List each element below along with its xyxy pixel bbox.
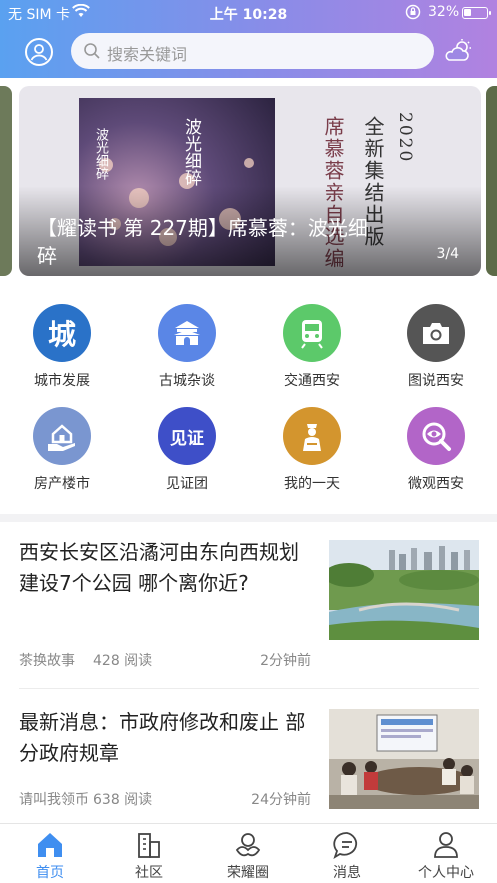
article-thumbnail[interactable] (329, 709, 479, 809)
category-label: 微观西安 (408, 476, 464, 492)
app-header: 无 SIM 卡 上午 10:28 32% 搜索关键词 (0, 0, 497, 78)
banner-year: 2020 (395, 112, 415, 164)
honor-circle-icon (235, 833, 261, 857)
battery-percent: 32% (428, 4, 460, 20)
book-cover-title: 波光细碎 (181, 118, 201, 186)
camera-icon (407, 304, 465, 362)
article-reads: 638 阅读 (93, 792, 153, 808)
tab-home[interactable]: 首页 (10, 830, 90, 882)
message-icon (333, 832, 358, 860)
article-time: 2分钟前 (260, 653, 311, 669)
category-label: 房产楼市 (34, 476, 90, 492)
tab-label: 个人中心 (418, 865, 474, 881)
tab-label: 首页 (36, 865, 64, 881)
buildings-icon (138, 833, 160, 858)
tab-profile[interactable]: 个人中心 (406, 830, 486, 882)
category-label: 我的一天 (284, 476, 340, 492)
category-label: 交通西安 (284, 373, 340, 389)
banner-caption[interactable]: 【耀读书 第 227期】席慕蓉：波光细碎 (37, 214, 387, 270)
bottom-tab-bar: 首页 社区 荣耀圈 消息 个人中心 (0, 823, 497, 883)
tab-label: 消息 (333, 865, 361, 881)
user-icon[interactable] (25, 38, 53, 66)
banner-prev-peek[interactable] (0, 86, 12, 276)
banner-carousel[interactable]: 波光细碎 波光细碎 2020 全新集结出版 席慕蓉亲自选编 【耀读书 第 227… (19, 86, 481, 276)
tab-messages[interactable]: 消息 (307, 830, 387, 882)
clock: 上午 10:28 (209, 7, 288, 23)
banner-next-peek[interactable] (486, 86, 497, 276)
category-city-development[interactable]: 城 城市发展 (12, 304, 112, 390)
article-source[interactable]: 请叫我领币 (19, 789, 89, 809)
status-bar: 无 SIM 卡 上午 10:28 32% (0, 0, 497, 26)
home-icon (38, 833, 62, 857)
tab-label: 荣耀圈 (227, 865, 269, 881)
article-title[interactable]: 最新消息：市政府修改和废止 部分政府规章 (19, 707, 309, 769)
category-ancient-city[interactable]: 古城杂谈 (137, 304, 237, 390)
house-hand-icon (33, 407, 91, 465)
article-reads: 428 阅读 (93, 653, 153, 669)
search-placeholder: 搜索关键词 (107, 45, 188, 64)
tab-honor[interactable]: 荣耀圈 (208, 830, 288, 882)
category-micro[interactable]: 微观西安 (386, 407, 486, 493)
battery-icon (462, 7, 491, 19)
category-photo[interactable]: 图说西安 (386, 304, 486, 390)
category-label: 见证团 (166, 476, 208, 492)
search-icon (83, 42, 101, 64)
category-label: 城市发展 (34, 373, 90, 389)
category-real-estate[interactable]: 房产楼市 (12, 407, 112, 493)
tab-label: 社区 (135, 865, 163, 881)
banner-page-indicator: 3/4 (436, 246, 459, 262)
section-divider (0, 514, 497, 522)
witness-badge-icon: 见证 (158, 407, 216, 465)
city-char-icon: 城 (33, 304, 91, 362)
book-spine-title: 波光细碎 (93, 128, 108, 180)
article-source[interactable]: 茶换故事 (19, 650, 75, 670)
category-transit[interactable]: 交通西安 (262, 304, 362, 390)
article-thumbnail[interactable] (329, 540, 479, 640)
category-witness[interactable]: 见证 见证团 (137, 407, 237, 493)
article-time: 24分钟前 (251, 792, 311, 808)
rotation-lock-icon (405, 4, 421, 24)
category-my-day[interactable]: 我的一天 (262, 407, 362, 493)
terracotta-icon (283, 407, 341, 465)
category-label: 图说西安 (408, 373, 464, 389)
weather-cloud-icon[interactable] (444, 38, 474, 64)
category-label: 古城杂谈 (159, 373, 215, 389)
search-input[interactable]: 搜索关键词 (71, 33, 434, 69)
person-icon (434, 832, 458, 858)
article-separator (19, 688, 479, 689)
eye-magnifier-icon (407, 407, 465, 465)
article-title[interactable]: 西安长安区沿潏河由东向西规划建设7个公园 哪个离你近? (19, 537, 309, 599)
tab-community[interactable]: 社区 (109, 830, 189, 882)
train-icon (283, 304, 341, 362)
ancient-gate-icon (158, 304, 216, 362)
